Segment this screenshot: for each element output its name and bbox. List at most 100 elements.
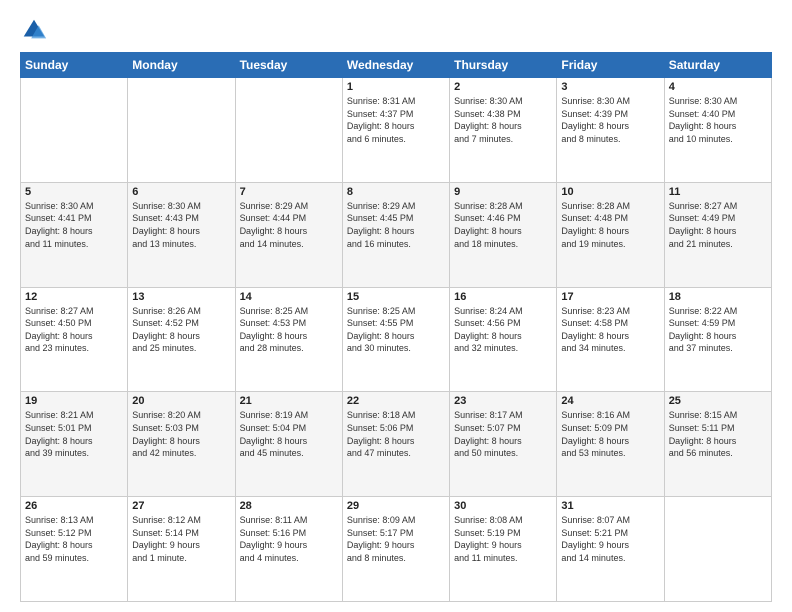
calendar-cell: 6 Sunrise: 8:30 AM Sunset: 4:43 PM Daylig… [128,182,235,287]
calendar-cell: 29 Sunrise: 8:09 AM Sunset: 5:17 PM Dayli… [342,497,449,602]
day-number: 5 [25,186,123,198]
calendar-cell: 25 Sunrise: 8:15 AM Sunset: 5:11 PM Dayli… [664,392,771,497]
calendar-week-row: 19 Sunrise: 8:21 AM Sunset: 5:01 PM Dayli… [21,392,772,497]
day-number: 9 [454,186,552,198]
day-info: Sunrise: 8:17 AM Sunset: 5:07 PM Dayligh… [454,409,552,459]
day-info: Sunrise: 8:08 AM Sunset: 5:19 PM Dayligh… [454,514,552,564]
calendar-cell: 7Sunrise: 8:29 AM Sunset: 4:44 PM Daylig… [235,182,342,287]
day-info: Sunrise: 8:13 AM Sunset: 5:12 PM Dayligh… [25,514,123,564]
day-number: 29 [347,500,445,512]
calendar-cell: 10 Sunrise: 8:28 AM Sunset: 4:48 PM Dayli… [557,182,664,287]
day-info: Sunrise: 8:29 AM Sunset: 4:44 PM Dayligh… [240,200,338,250]
day-info: Sunrise: 8:24 AM Sunset: 4:56 PM Dayligh… [454,305,552,355]
day-number: 23 [454,395,552,407]
day-number: 13 [132,291,230,303]
calendar-table: SundayMondayTuesdayWednesdayThursdayFrid… [20,52,772,602]
day-info: Sunrise: 8:23 AM Sunset: 4:58 PM Dayligh… [561,305,659,355]
day-info: Sunrise: 8:30 AM Sunset: 4:39 PM Dayligh… [561,95,659,145]
calendar-cell [235,78,342,183]
day-number: 15 [347,291,445,303]
day-number: 10 [561,186,659,198]
calendar-cell: 28 Sunrise: 8:11 AM Sunset: 5:16 PM Dayli… [235,497,342,602]
calendar-cell [128,78,235,183]
day-info: Sunrise: 8:21 AM Sunset: 5:01 PM Dayligh… [25,409,123,459]
logo [20,16,52,44]
calendar-cell: 30 Sunrise: 8:08 AM Sunset: 5:19 PM Dayli… [450,497,557,602]
calendar-cell: 21 Sunrise: 8:19 AM Sunset: 5:04 PM Dayli… [235,392,342,497]
day-number: 1 [347,81,445,93]
day-info: Sunrise: 8:15 AM Sunset: 5:11 PM Dayligh… [669,409,767,459]
weekday-header-sunday: Sunday [21,53,128,78]
day-info: Sunrise: 8:07 AM Sunset: 5:21 PM Dayligh… [561,514,659,564]
calendar-cell: 24Sunrise: 8:16 AM Sunset: 5:09 PM Dayli… [557,392,664,497]
day-info: Sunrise: 8:28 AM Sunset: 4:46 PM Dayligh… [454,200,552,250]
weekday-header-tuesday: Tuesday [235,53,342,78]
calendar-cell: 11 Sunrise: 8:27 AM Sunset: 4:49 PM Dayli… [664,182,771,287]
day-info: Sunrise: 8:27 AM Sunset: 4:49 PM Dayligh… [669,200,767,250]
weekday-header-monday: Monday [128,53,235,78]
day-number: 24 [561,395,659,407]
calendar-header-row: SundayMondayTuesdayWednesdayThursdayFrid… [21,53,772,78]
day-number: 4 [669,81,767,93]
day-number: 14 [240,291,338,303]
day-info: Sunrise: 8:28 AM Sunset: 4:48 PM Dayligh… [561,200,659,250]
day-info: Sunrise: 8:30 AM Sunset: 4:43 PM Dayligh… [132,200,230,250]
day-number: 11 [669,186,767,198]
day-info: Sunrise: 8:09 AM Sunset: 5:17 PM Dayligh… [347,514,445,564]
calendar-cell: 13 Sunrise: 8:26 AM Sunset: 4:52 PM Dayli… [128,287,235,392]
calendar-cell: 18 Sunrise: 8:22 AM Sunset: 4:59 PM Dayli… [664,287,771,392]
day-info: Sunrise: 8:27 AM Sunset: 4:50 PM Dayligh… [25,305,123,355]
calendar-cell: 14 Sunrise: 8:25 AM Sunset: 4:53 PM Dayli… [235,287,342,392]
calendar-cell: 4 Sunrise: 8:30 AM Sunset: 4:40 PM Daylig… [664,78,771,183]
day-info: Sunrise: 8:30 AM Sunset: 4:40 PM Dayligh… [669,95,767,145]
calendar-cell: 27Sunrise: 8:12 AM Sunset: 5:14 PM Dayli… [128,497,235,602]
day-number: 16 [454,291,552,303]
calendar-week-row: 1 Sunrise: 8:31 AM Sunset: 4:37 PM Daylig… [21,78,772,183]
day-info: Sunrise: 8:20 AM Sunset: 5:03 PM Dayligh… [132,409,230,459]
page: SundayMondayTuesdayWednesdayThursdayFrid… [0,0,792,612]
calendar-week-row: 12 Sunrise: 8:27 AM Sunset: 4:50 PM Dayli… [21,287,772,392]
calendar-cell: 2Sunrise: 8:30 AM Sunset: 4:38 PM Daylig… [450,78,557,183]
day-number: 8 [347,186,445,198]
weekday-header-friday: Friday [557,53,664,78]
day-info: Sunrise: 8:11 AM Sunset: 5:16 PM Dayligh… [240,514,338,564]
day-number: 17 [561,291,659,303]
calendar-cell: 15 Sunrise: 8:25 AM Sunset: 4:55 PM Dayli… [342,287,449,392]
calendar-cell: 8 Sunrise: 8:29 AM Sunset: 4:45 PM Daylig… [342,182,449,287]
day-info: Sunrise: 8:12 AM Sunset: 5:14 PM Dayligh… [132,514,230,564]
day-number: 19 [25,395,123,407]
header [20,16,772,44]
calendar-cell: 19 Sunrise: 8:21 AM Sunset: 5:01 PM Dayli… [21,392,128,497]
day-info: Sunrise: 8:18 AM Sunset: 5:06 PM Dayligh… [347,409,445,459]
calendar-cell: 12 Sunrise: 8:27 AM Sunset: 4:50 PM Dayli… [21,287,128,392]
day-info: Sunrise: 8:31 AM Sunset: 4:37 PM Dayligh… [347,95,445,145]
day-number: 20 [132,395,230,407]
calendar-cell: 23 Sunrise: 8:17 AM Sunset: 5:07 PM Dayli… [450,392,557,497]
day-number: 25 [669,395,767,407]
calendar-cell: 16 Sunrise: 8:24 AM Sunset: 4:56 PM Dayli… [450,287,557,392]
day-number: 3 [561,81,659,93]
weekday-header-saturday: Saturday [664,53,771,78]
day-number: 28 [240,500,338,512]
logo-icon [20,16,48,44]
day-info: Sunrise: 8:26 AM Sunset: 4:52 PM Dayligh… [132,305,230,355]
day-number: 22 [347,395,445,407]
day-info: Sunrise: 8:19 AM Sunset: 5:04 PM Dayligh… [240,409,338,459]
day-info: Sunrise: 8:29 AM Sunset: 4:45 PM Dayligh… [347,200,445,250]
calendar-cell: 22 Sunrise: 8:18 AM Sunset: 5:06 PM Dayli… [342,392,449,497]
day-number: 30 [454,500,552,512]
day-info: Sunrise: 8:22 AM Sunset: 4:59 PM Dayligh… [669,305,767,355]
day-info: Sunrise: 8:25 AM Sunset: 4:53 PM Dayligh… [240,305,338,355]
day-info: Sunrise: 8:25 AM Sunset: 4:55 PM Dayligh… [347,305,445,355]
calendar-cell: 3 Sunrise: 8:30 AM Sunset: 4:39 PM Daylig… [557,78,664,183]
day-info: Sunrise: 8:30 AM Sunset: 4:38 PM Dayligh… [454,95,552,145]
day-number: 26 [25,500,123,512]
calendar-cell: 17 Sunrise: 8:23 AM Sunset: 4:58 PM Dayli… [557,287,664,392]
day-number: 6 [132,186,230,198]
weekday-header-thursday: Thursday [450,53,557,78]
day-number: 21 [240,395,338,407]
calendar-cell: 20 Sunrise: 8:20 AM Sunset: 5:03 PM Dayli… [128,392,235,497]
calendar-cell: 5Sunrise: 8:30 AM Sunset: 4:41 PM Daylig… [21,182,128,287]
day-number: 12 [25,291,123,303]
day-number: 18 [669,291,767,303]
